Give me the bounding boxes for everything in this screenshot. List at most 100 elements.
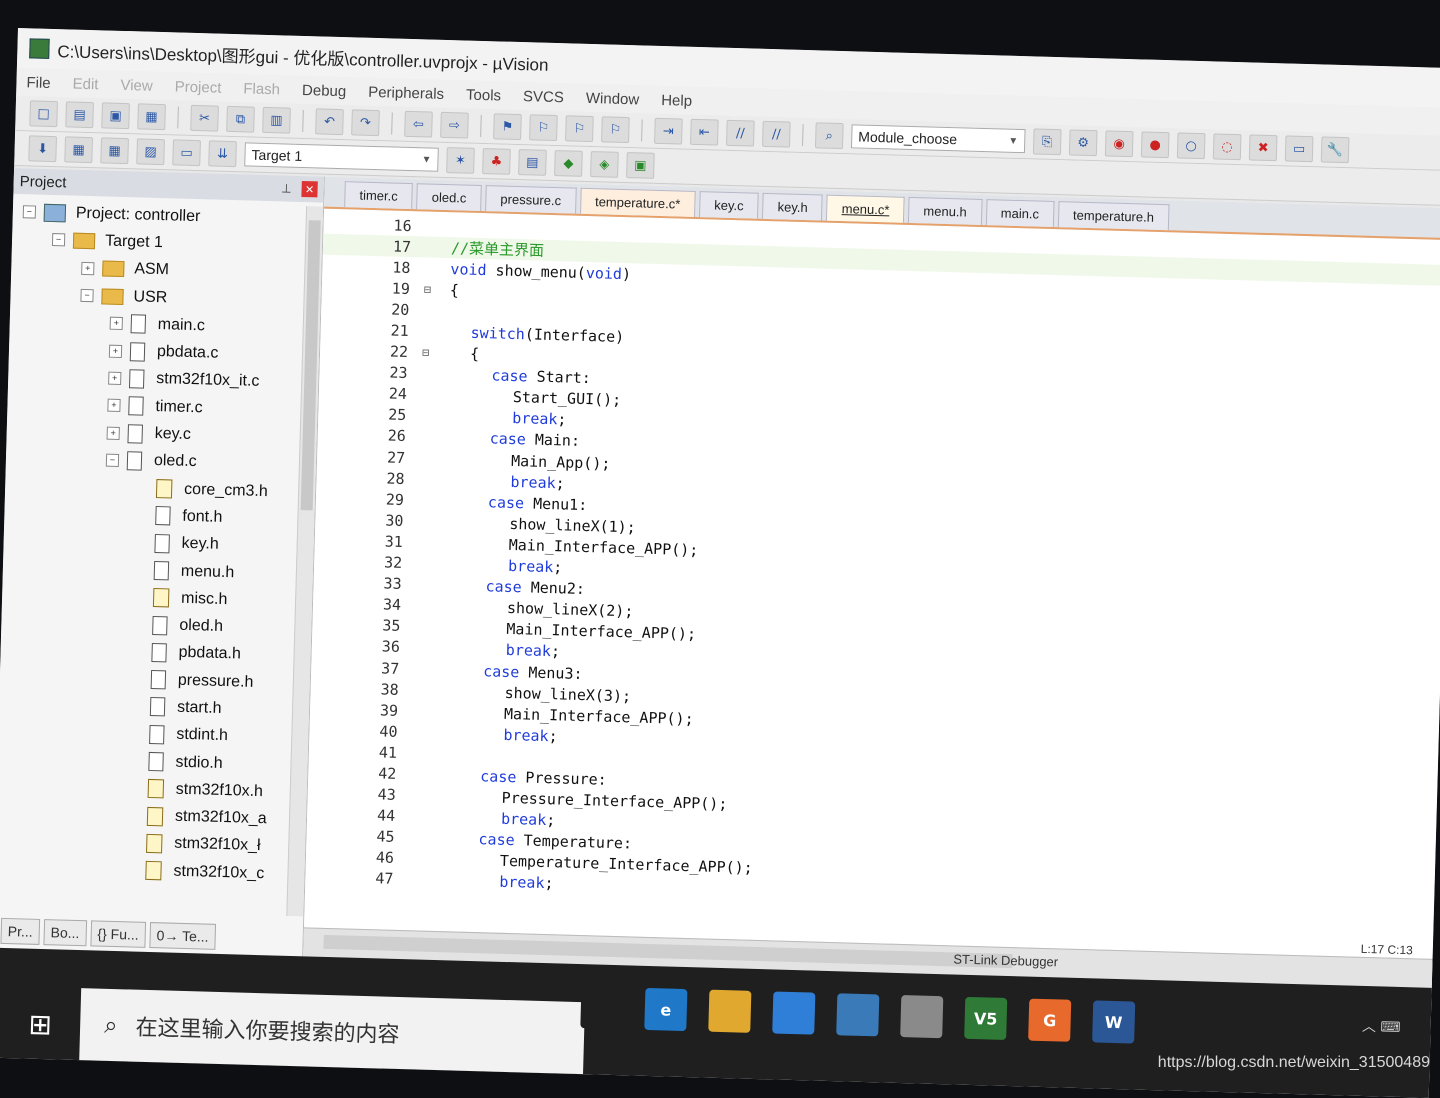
uvision-icon[interactable]: V5 [964,997,1007,1040]
build-icon[interactable]: ▦ [64,136,93,163]
tab-project[interactable]: Pr... [0,918,40,945]
expand-icon[interactable]: + [107,426,120,439]
pin-icon[interactable]: ⊥ [281,181,292,195]
menu-help[interactable]: Help [661,91,692,109]
menu-view[interactable]: View [120,76,153,94]
close-icon[interactable]: ✕ [301,181,317,197]
code-text: //菜单主界面 [441,237,545,261]
keyboard-icon[interactable]: ⌨ [1380,1019,1401,1036]
breakpoint-clear-icon[interactable]: ✖ [1249,134,1278,161]
rebuild-icon[interactable]: ▦ [100,137,129,164]
incremental-find-icon[interactable]: ⎘ [1033,128,1062,155]
new-file-icon[interactable]: □ [29,100,58,127]
run-environment-icon[interactable]: ▣ [626,152,655,179]
translate-icon[interactable]: ⬇ [28,135,57,162]
target-options-icon[interactable]: ✶ [446,147,475,174]
configure-icon[interactable]: ⚙ [1069,129,1098,156]
debug-session-icon[interactable]: ◉ [1105,130,1134,157]
menu-debug[interactable]: Debug [302,81,347,99]
find-in-files-icon[interactable]: ⌕ [815,122,844,149]
pdf-icon[interactable]: G [1028,999,1071,1042]
word-icon[interactable]: W [1092,1000,1135,1043]
menu-svcs[interactable]: SVCS [523,88,564,106]
code-token: ; [548,727,558,745]
editor-tab[interactable]: key.c [699,191,759,219]
menu-window[interactable]: Window [586,89,640,107]
open-folder-icon[interactable]: ▤ [65,101,94,128]
bookmark-icon[interactable]: ⚑ [493,113,522,140]
expand-icon[interactable]: + [110,317,123,330]
menu-project[interactable]: Project [174,78,221,96]
collapse-icon[interactable]: − [23,205,36,218]
editor-tab[interactable]: key.h [762,193,823,221]
window-layout-icon[interactable]: ▭ [1285,135,1314,162]
breakpoint-disable-icon[interactable]: ○ [1177,132,1206,159]
editor-tab[interactable]: temperature.c* [580,188,696,217]
cut-icon[interactable]: ✂ [190,105,219,132]
paint-icon[interactable] [900,995,943,1038]
bookmark-prev-icon[interactable]: ⚐ [529,114,558,141]
code-token: Menu2: [521,578,585,598]
uncomment-icon[interactable]: // [762,121,791,148]
save-icon[interactable]: ▣ [101,102,130,129]
editor-tab[interactable]: main.c [985,199,1054,227]
calculator-icon[interactable] [836,993,879,1036]
editor-tab[interactable]: menu.c* [826,195,904,223]
menu-peripherals[interactable]: Peripherals [368,83,444,102]
tab-functions[interactable]: {} Fu... [90,920,146,948]
stop-build-icon[interactable]: ▭ [172,139,201,166]
task-view-icon[interactable] [580,986,623,1029]
comment-icon[interactable]: // [726,120,755,147]
file-explorer-icon[interactable] [708,990,751,1033]
download-icon[interactable]: ⇊ [208,140,237,167]
tab-books[interactable]: Bo... [43,919,87,946]
pack-installer-icon[interactable]: ◆ [554,150,583,177]
tab-templates[interactable]: 0→ Te... [149,922,216,950]
windows-start-icon[interactable]: ⊞ [9,988,71,1060]
menu-edit[interactable]: Edit [72,75,98,93]
select-packs-icon[interactable]: ◈ [590,151,619,178]
wrench-icon[interactable]: 🔧 [1321,136,1350,163]
collapse-icon[interactable]: − [52,233,65,246]
manage-components-icon[interactable]: ♣ [482,148,511,175]
nav-forward-icon[interactable]: ⇨ [440,112,469,139]
editor-tab[interactable]: temperature.h [1058,201,1170,230]
breakpoint-icon[interactable]: ● [1141,131,1170,158]
expand-icon[interactable]: + [107,399,120,412]
paste-icon[interactable]: ▥ [262,107,291,134]
target-combo[interactable]: Target 1 ▼ [244,142,439,171]
editor-tab[interactable]: oled.c [416,183,481,211]
menu-tools[interactable]: Tools [466,86,501,104]
collapse-icon[interactable]: − [106,453,119,466]
breakpoint-kill-icon[interactable]: ◌ [1213,133,1242,160]
bookmark-next-icon[interactable]: ⚐ [565,115,594,142]
editor-tab[interactable]: timer.c [344,181,413,209]
expand-icon[interactable]: + [81,262,94,275]
save-all-icon[interactable]: ▦ [137,103,166,130]
undo-icon[interactable]: ↶ [315,108,344,135]
mail-icon[interactable] [772,991,815,1034]
chevron-up-icon[interactable]: ︿ [1362,1019,1376,1035]
unindent-icon[interactable]: ⇤ [690,119,719,146]
redo-icon[interactable]: ↷ [351,109,380,136]
expand-icon[interactable]: + [109,344,122,357]
bookmark-clear-icon[interactable]: ⚐ [601,116,630,143]
fold-toggle-icon[interactable]: ⊟ [424,282,440,296]
code-view[interactable]: 1617//菜单主界面18void show_menu(void)19⊟{202… [304,213,1440,960]
taskbar-search[interactable]: ⌕ 在这里输入你要搜索的内容 [79,988,585,1074]
copy-icon[interactable]: ⧉ [226,106,255,133]
edge-icon[interactable]: e [644,988,687,1031]
collapse-icon[interactable]: − [80,289,93,302]
menu-file[interactable]: File [26,74,51,92]
fold-toggle-icon[interactable]: ⊟ [422,346,438,360]
expand-icon[interactable]: + [108,372,121,385]
menu-flash[interactable]: Flash [243,80,280,98]
editor-tab[interactable]: pressure.c [485,185,576,214]
module-combo[interactable]: Module_choose ▼ [851,124,1026,153]
indent-icon[interactable]: ⇥ [654,118,683,145]
keyword-token: break [499,873,545,892]
file-extensions-icon[interactable]: ▤ [518,149,547,176]
batch-build-icon[interactable]: ▨ [136,138,165,165]
nav-back-icon[interactable]: ⇦ [404,111,433,138]
editor-tab[interactable]: menu.h [908,197,982,225]
